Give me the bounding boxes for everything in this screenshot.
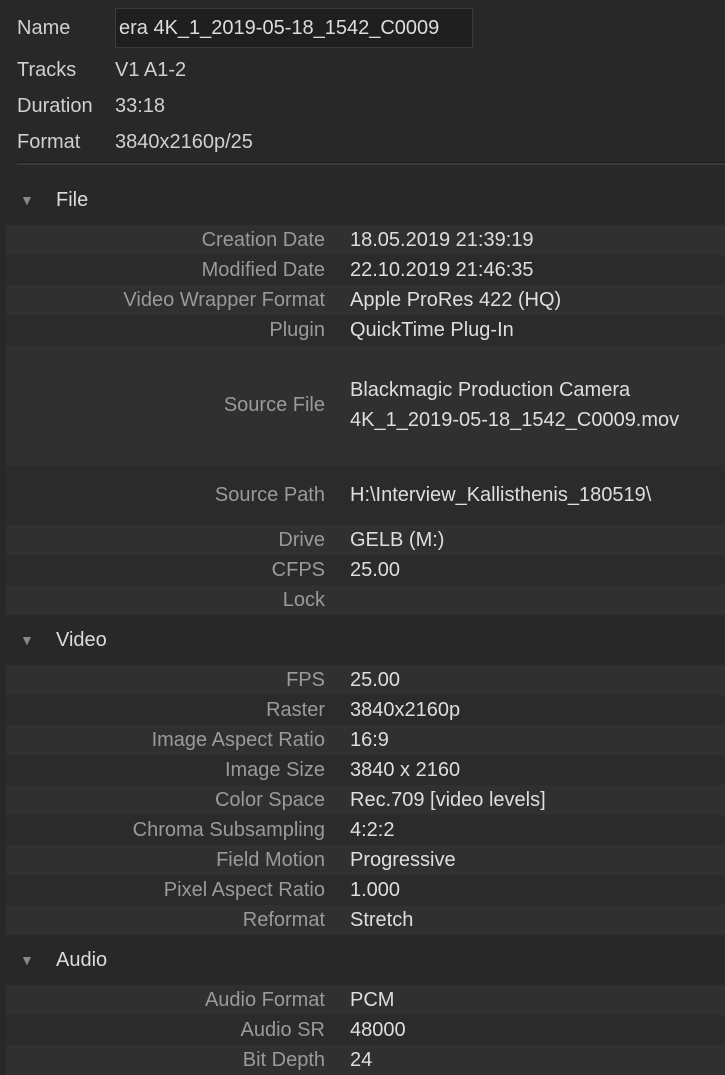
metadata-value: 22.10.2019 21:46:35 xyxy=(350,259,534,281)
triangle-down-icon[interactable]: ▼ xyxy=(20,175,34,225)
metadata-row: Chroma Subsampling 4:2:2 xyxy=(6,815,725,845)
metadata-row: Pixel Aspect Ratio 1.000 xyxy=(6,875,725,905)
metadata-label: Raster xyxy=(266,699,325,721)
metadata-label: Lock xyxy=(282,589,325,611)
metadata-value: 3840x2160p xyxy=(350,699,461,721)
metadata-label: Color Space xyxy=(214,789,325,811)
metadata-value: 18.05.2019 21:39:19 xyxy=(350,229,534,251)
name-label: Name xyxy=(17,17,71,39)
metadata-label: Drive xyxy=(278,529,325,551)
metadata-value: Stretch xyxy=(350,909,414,931)
metadata-row: Audio Format PCM xyxy=(6,985,725,1015)
metadata-value: Progressive xyxy=(350,849,456,871)
format-row: Format 3840x2160p/25 xyxy=(17,127,253,157)
metadata-row: Plugin QuickTime Plug-In xyxy=(6,315,725,345)
tracks-label: Tracks xyxy=(17,59,77,81)
metadata-value: 24 xyxy=(350,1049,373,1071)
duration-row: Duration 33:18 xyxy=(17,91,165,121)
metadata-label: Audio SR xyxy=(240,1019,326,1041)
metadata-label: Chroma Subsampling xyxy=(132,819,325,841)
metadata-label: Modified Date xyxy=(201,259,325,281)
divider xyxy=(17,162,725,165)
metadata-label: Video Wrapper Format xyxy=(123,289,325,311)
tracks-value: V1 A1-2 xyxy=(115,59,187,81)
metadata-value: Rec.709 [video levels] xyxy=(350,789,546,811)
metadata-value: H:\Interview_Kallisthenis_180519\ xyxy=(350,484,652,506)
format-label: Format xyxy=(17,131,81,153)
metadata-row: Video Wrapper Format Apple ProRes 422 (HQ… xyxy=(6,285,725,315)
metadata-row: Bit Depth 24 xyxy=(6,1045,725,1075)
metadata-label: Image Aspect Ratio xyxy=(151,729,325,751)
metadata-value: 1.000 xyxy=(350,879,401,901)
metadata-value: Apple ProRes 422 (HQ) xyxy=(350,289,562,311)
metadata-label: CFPS xyxy=(271,559,325,581)
section-title: File xyxy=(56,189,89,211)
name-row: Name xyxy=(17,13,70,43)
metadata-label: FPS xyxy=(286,669,325,691)
metadata-value: Blackmagic Production Camera 4K_1_2019-0… xyxy=(350,379,680,431)
metadata-label: Source File xyxy=(223,394,325,416)
metadata-value: QuickTime Plug-In xyxy=(350,319,514,341)
metadata-value: 25.00 xyxy=(350,559,401,581)
section-header-audio[interactable]: ▼ Audio xyxy=(6,935,725,985)
metadata-row: Modified Date 22.10.2019 21:46:35 xyxy=(6,255,725,285)
clip-summary: Name era 4K_1_2019-05-18_1542_C0009 Trac… xyxy=(0,0,725,165)
metadata-sections: ▼ File Creation Date 18.05.2019 21:39:19 Mod… xyxy=(6,175,725,1075)
metadata-row: FPS 25.00 xyxy=(6,665,725,695)
metadata-row: Audio SR 48000 xyxy=(6,1015,725,1045)
metadata-row: Source File Blackmagic Production Camera … xyxy=(6,345,725,465)
metadata-value: PCM xyxy=(350,989,395,1011)
metadata-value: 4:2:2 xyxy=(350,819,395,841)
triangle-down-icon[interactable]: ▼ xyxy=(20,935,34,985)
duration-label: Duration xyxy=(17,95,93,117)
tracks-row: Tracks V1 A1-2 xyxy=(17,55,186,85)
metadata-value: GELB (M:) xyxy=(350,529,445,551)
metadata-row: CFPS 25.00 xyxy=(6,555,725,585)
format-value: 3840x2160p/25 xyxy=(115,131,253,153)
metadata-label: Image Size xyxy=(224,759,325,781)
metadata-label: Audio Format xyxy=(204,989,325,1011)
metadata-label: Reformat xyxy=(242,909,325,931)
metadata-row: Creation Date 18.05.2019 21:39:19 xyxy=(6,225,725,255)
metadata-row: Color Space Rec.709 [video levels] xyxy=(6,785,725,815)
metadata-value: 48000 xyxy=(350,1019,406,1041)
metadata-label: Bit Depth xyxy=(242,1049,325,1071)
metadata-label: Creation Date xyxy=(201,229,325,251)
metadata-row: Image Aspect Ratio 16:9 xyxy=(6,725,725,755)
section-header-video[interactable]: ▼ Video xyxy=(6,615,725,665)
metadata-row: Image Size 3840 x 2160 xyxy=(6,755,725,785)
metadata-row: Drive GELB (M:) xyxy=(6,525,725,555)
metadata-label: Pixel Aspect Ratio xyxy=(163,879,325,901)
metadata-label: Plugin xyxy=(269,319,325,341)
metadata-row: Reformat Stretch xyxy=(6,905,725,935)
section-title: Audio xyxy=(56,949,108,971)
triangle-down-icon[interactable]: ▼ xyxy=(20,615,34,665)
section-header-file[interactable]: ▼ File xyxy=(6,175,725,225)
metadata-value: 16:9 xyxy=(350,729,389,751)
section-title: Video xyxy=(56,629,107,651)
metadata-value: 25.00 xyxy=(350,669,401,691)
metadata-row: Source Path H:\Interview_Kallisthenis_180… xyxy=(6,465,725,525)
metadata-label: Field Motion xyxy=(216,849,325,871)
metadata-row: Field Motion Progressive xyxy=(6,845,725,875)
metadata-value: 3840 x 2160 xyxy=(350,759,461,781)
duration-value: 33:18 xyxy=(115,95,166,117)
metadata-row: Raster 3840x2160p xyxy=(6,695,725,725)
metadata-row: Lock xyxy=(6,585,725,615)
metadata-label: Source Path xyxy=(214,484,325,506)
name-input[interactable]: era 4K_1_2019-05-18_1542_C0009 xyxy=(115,8,473,48)
